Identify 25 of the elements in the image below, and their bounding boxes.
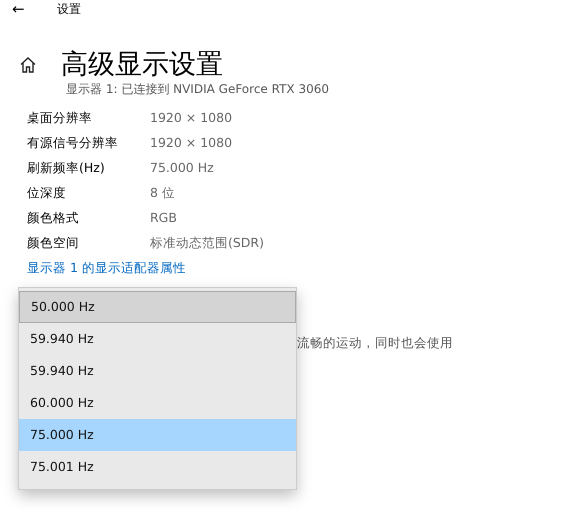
dropdown-option[interactable]: 59.940 Hz [19,355,296,387]
description-text: 流畅的运动，同时也会使用 [297,335,454,352]
info-label: 颜色格式 [27,209,80,227]
info-value: 75.000 Hz [150,159,215,177]
page-title: 高级显示设置 [61,48,223,82]
info-value: 标准动态范围(SDR) [150,234,265,252]
info-value: 1920 × 1080 [150,109,234,127]
dropdown-option[interactable]: 50.000 Hz [19,291,296,323]
dropdown-option[interactable]: 60.000 Hz [19,387,296,419]
dropdown-option[interactable]: 75.001 Hz [19,451,296,483]
info-value: RGB [150,209,178,227]
window-title: 设置 [57,0,81,18]
info-value: 8 位 [150,184,176,202]
info-label: 颜色空间 [27,234,80,252]
home-icon[interactable] [19,56,37,74]
adapter-properties-link[interactable]: 显示器 1 的显示适配器属性 [27,259,587,277]
back-button[interactable]: ← [12,0,57,18]
info-label: 桌面分辨率 [27,109,93,127]
info-label: 有源信号分辨率 [27,134,119,152]
info-label: 刷新频率(Hz) [27,159,106,177]
info-value: 1920 × 1080 [150,134,234,152]
display-subtitle: 显示器 1: 已连接到 NVIDIA GeForce RTX 3060 [66,81,330,97]
info-label: 位深度 [27,184,67,202]
dropdown-option[interactable]: 75.000 Hz [19,419,296,451]
dropdown-option[interactable]: 59.940 Hz [19,323,296,355]
